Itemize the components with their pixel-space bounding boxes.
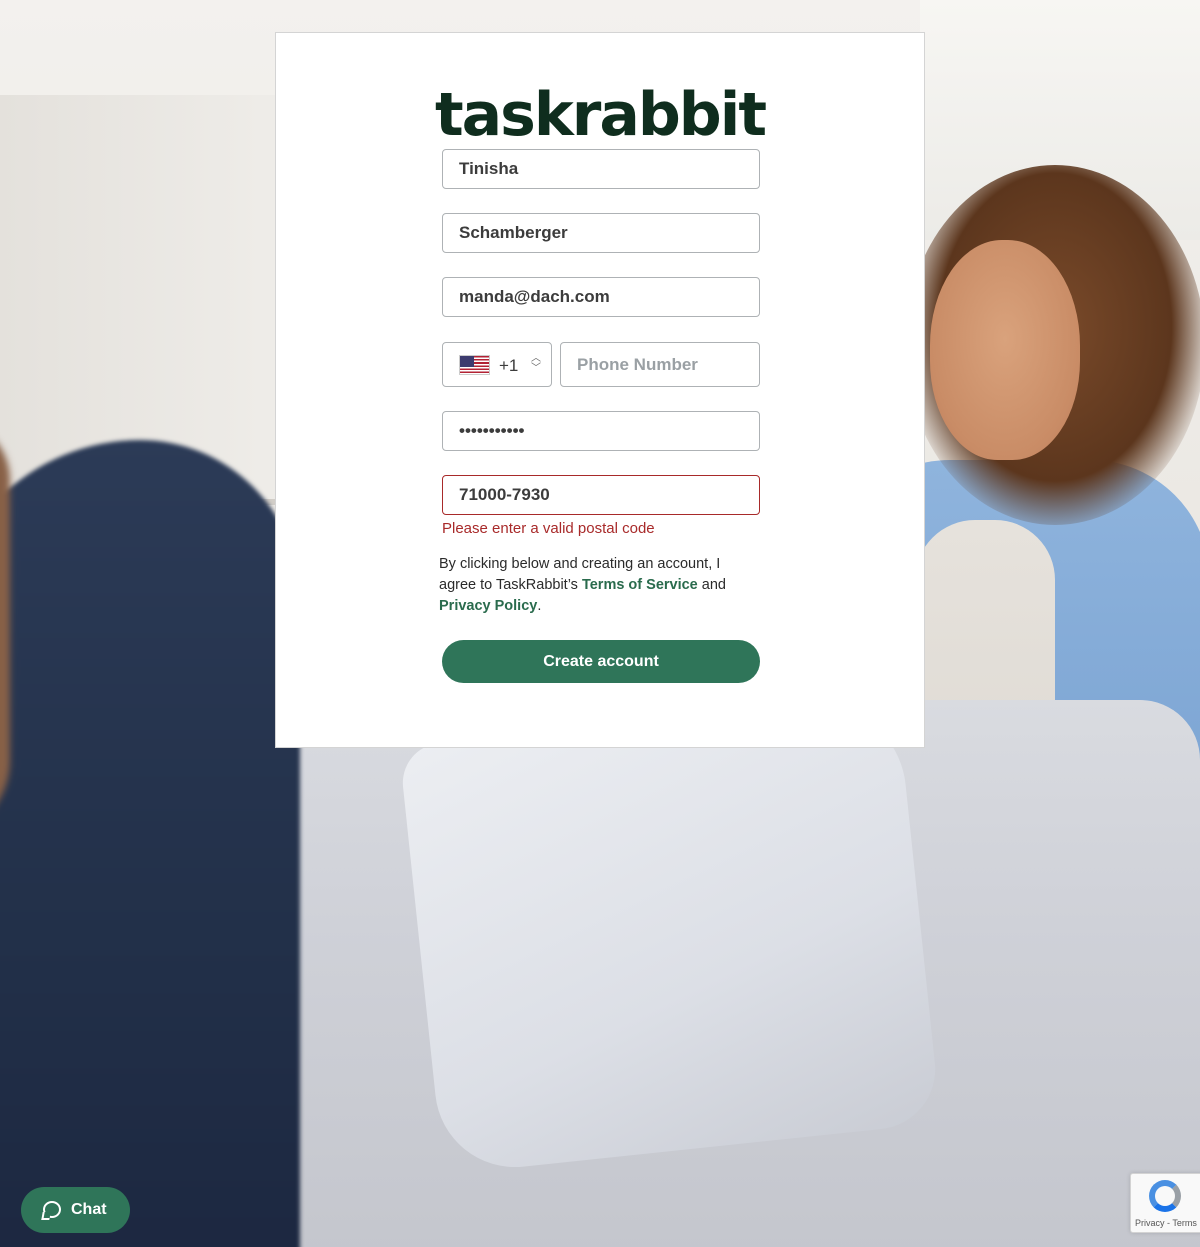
dial-code: +1 [499, 356, 519, 375]
postal-code-input[interactable]: 71000-7930 [442, 475, 760, 515]
first-name-input[interactable]: Tinisha [442, 149, 760, 189]
terms-and-text: and [697, 577, 726, 593]
chevron-updown-icon: ︿ ﹀ [531, 353, 541, 374]
password-input[interactable]: ••••••••••• [442, 411, 760, 451]
signup-card: taskrabbit Tinisha Schamberger manda@dac… [275, 32, 925, 748]
background-man [0, 420, 300, 1247]
last-name-input[interactable]: Schamberger [442, 213, 760, 253]
chat-bubble-icon [43, 1201, 61, 1218]
background-woman-face [930, 240, 1080, 460]
terms-of-service-link[interactable]: Terms of Service [582, 577, 698, 593]
background-man-head [0, 420, 10, 840]
phone-row: +1 ︿ ﹀ Phone Number [442, 342, 760, 387]
email-input[interactable]: manda@dach.com [442, 277, 760, 317]
country-code-select[interactable]: +1 ︿ ﹀ [442, 342, 552, 387]
postal-error-message: Please enter a valid postal code [442, 520, 655, 537]
recaptcha-text[interactable]: Privacy - Terms [1135, 1218, 1197, 1228]
phone-number-input[interactable]: Phone Number [560, 342, 760, 387]
taskrabbit-logo[interactable]: taskrabbit [276, 85, 924, 145]
create-account-button[interactable]: Create account [442, 640, 760, 683]
us-flag-icon [459, 355, 490, 375]
recaptcha-badge[interactable]: Privacy - Terms [1130, 1173, 1200, 1233]
chat-button[interactable]: Chat [21, 1187, 130, 1233]
terms-notice: By clicking below and creating an accoun… [439, 554, 739, 617]
privacy-policy-link[interactable]: Privacy Policy [439, 598, 537, 614]
chat-label: Chat [71, 1201, 107, 1218]
terms-period: . [537, 598, 542, 614]
recaptcha-icon [1149, 1180, 1181, 1212]
background-pillow [398, 695, 942, 1175]
